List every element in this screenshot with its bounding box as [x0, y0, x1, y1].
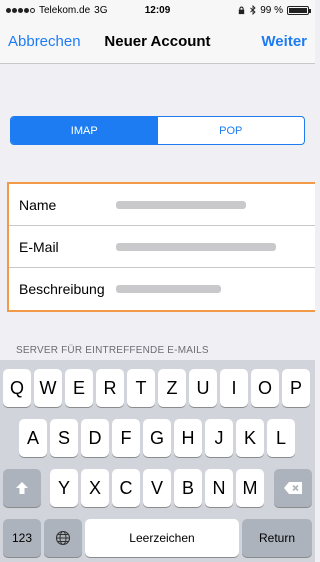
key-z[interactable]: Z [158, 369, 186, 407]
key-x[interactable]: X [81, 469, 109, 507]
key-h[interactable]: H [174, 419, 202, 457]
key-f[interactable]: F [112, 419, 140, 457]
return-key[interactable]: Return [242, 519, 312, 557]
email-field-obscured[interactable] [116, 242, 276, 251]
key-p[interactable]: P [282, 369, 310, 407]
network-label: 3G [94, 4, 108, 16]
key-w[interactable]: W [34, 369, 62, 407]
key-g[interactable]: G [143, 419, 171, 457]
rotation-lock-icon [239, 6, 245, 14]
status-right: 99 % [237, 4, 311, 16]
description-field-obscured[interactable] [116, 285, 221, 293]
carrier-info: Telekom.de 3G [6, 5, 107, 16]
battery-icon [287, 5, 311, 15]
keyboard: Q W E R T Z U I O P A S D F G H J K L Y … [0, 360, 315, 562]
backspace-icon [284, 482, 302, 494]
key-e[interactable]: E [65, 369, 93, 407]
email-label: E-Mail [19, 238, 59, 255]
key-c[interactable]: C [112, 469, 140, 507]
key-i[interactable]: I [220, 369, 248, 407]
numbers-key[interactable]: 123 [3, 519, 41, 557]
description-row[interactable]: Beschreibung [9, 268, 315, 310]
key-k[interactable]: K [236, 419, 264, 457]
globe-icon [55, 530, 71, 546]
key-l[interactable]: L [267, 419, 295, 457]
carrier-label: Telekom.de [39, 4, 91, 16]
space-key[interactable]: Leerzeichen [85, 519, 239, 557]
key-a[interactable]: A [19, 419, 47, 457]
key-t[interactable]: T [127, 369, 155, 407]
shift-arrow-icon [16, 482, 28, 494]
bluetooth-icon [250, 5, 256, 15]
segment-imap[interactable]: IMAP [11, 117, 158, 144]
name-row[interactable]: Name [9, 184, 315, 226]
key-q[interactable]: Q [3, 369, 31, 407]
key-s[interactable]: S [50, 419, 78, 457]
email-row[interactable]: E-Mail [9, 226, 315, 268]
key-y[interactable]: Y [50, 469, 78, 507]
key-v[interactable]: V [143, 469, 171, 507]
account-type-segmented-control: IMAP POP [10, 116, 305, 145]
segment-pop[interactable]: POP [158, 117, 305, 144]
battery-fill [289, 7, 307, 13]
name-field-obscured[interactable] [116, 200, 246, 209]
incoming-server-section-header: SERVER FÜR EINTREFFENDE E-MAILS [16, 345, 209, 356]
next-button[interactable]: Weiter [261, 33, 307, 50]
key-d[interactable]: D [81, 419, 109, 457]
signal-strength-icon [6, 7, 35, 13]
key-b[interactable]: B [174, 469, 202, 507]
key-o[interactable]: O [251, 369, 279, 407]
key-n[interactable]: N [205, 469, 233, 507]
key-m[interactable]: M [236, 469, 264, 507]
backspace-key[interactable] [274, 469, 312, 507]
key-r[interactable]: R [96, 369, 124, 407]
globe-key[interactable] [44, 519, 82, 557]
cancel-button[interactable]: Abbrechen [8, 33, 81, 50]
key-j[interactable]: J [205, 419, 233, 457]
status-bar: Telekom.de 3G 12:09 99 % [0, 0, 315, 20]
account-form: Name E-Mail Beschreibung [7, 182, 315, 312]
battery-label: 99 % [260, 4, 283, 16]
navigation-bar: Abbrechen Neuer Account Weiter [0, 20, 315, 64]
description-label: Beschreibung [19, 281, 105, 297]
key-u[interactable]: U [189, 369, 217, 407]
name-label: Name [19, 196, 57, 213]
shift-key[interactable] [3, 469, 41, 507]
